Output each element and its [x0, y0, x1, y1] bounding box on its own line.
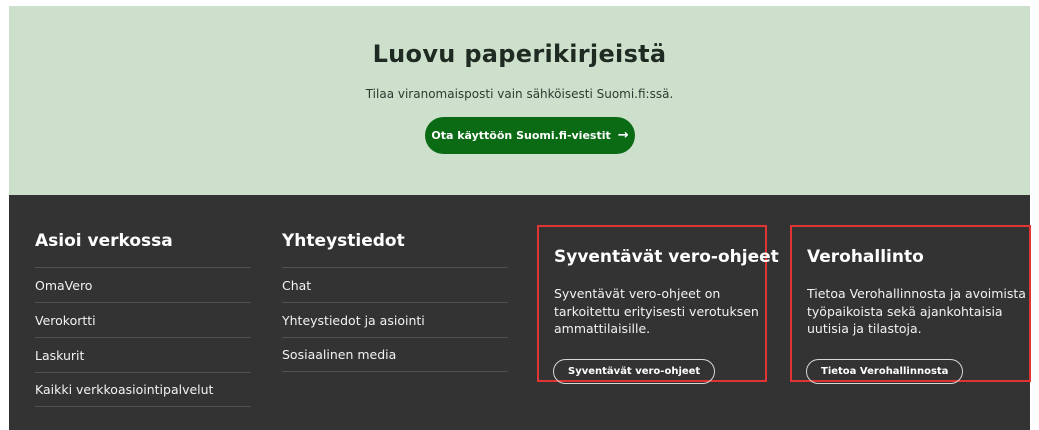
syventavat-vero-ohjeet-button[interactable]: Syventävät vero-ohjeet	[553, 359, 716, 384]
card-text-line: tarkoitettu erityisesti verotuksen	[554, 303, 759, 319]
enable-suomifi-messages-button[interactable]: Ota käyttöön Suomi.fi-viestit →	[425, 117, 635, 154]
card-heading-verohallinto: Verohallinto	[807, 247, 924, 267]
card-text-syventavat: Syventävät vero-ohjeet on tarkoitettu er…	[554, 285, 759, 338]
footer-link-omavero[interactable]: OmaVero	[35, 267, 251, 302]
footer-link-verokortti[interactable]: Verokortti	[35, 302, 251, 337]
footer-heading-asioi: Asioi verkossa	[35, 231, 173, 251]
footer-link-sosiaalinen-media[interactable]: Sosiaalinen media	[282, 337, 508, 372]
footer-link-laskurit[interactable]: Laskurit	[35, 337, 251, 372]
footer-link-kaikki-palvelut[interactable]: Kaikki verkkoasiointipalvelut	[35, 372, 251, 407]
arrow-right-icon: →	[617, 128, 629, 143]
card-syventavat-vero-ohjeet: Syventävät vero-ohjeet Syventävät vero-o…	[537, 225, 779, 384]
card-text-line: Syventävät vero-ohjeet on	[554, 286, 721, 301]
tietoa-verohallinnosta-button[interactable]: Tietoa Verohallinnosta	[806, 359, 964, 384]
footer-link-chat[interactable]: Chat	[282, 267, 508, 302]
footer-heading-yhteystiedot: Yhteystiedot	[282, 231, 405, 251]
card-verohallinto: Verohallinto Tietoa Verohallinnosta ja a…	[790, 225, 1031, 384]
card-text-line: työpaikoista sekä ajankohtaisia	[807, 303, 1003, 319]
footer-links-yhteystiedot: Chat Yhteystiedot ja asiointi Sosiaaline…	[282, 267, 508, 372]
card-text-line: Tietoa Verohallinnosta ja avoimista	[807, 286, 1026, 301]
promo-subtitle: Tilaa viranomaisposti vain sähköisesti S…	[365, 87, 674, 101]
promo-banner: Luovu paperikirjeistä Tilaa viranomaispo…	[9, 6, 1030, 195]
promo-button-label: Ota käyttöön Suomi.fi-viestit	[431, 129, 611, 142]
site-footer: Asioi verkossa OmaVero Verokortti Laskur…	[9, 195, 1031, 430]
card-text-verohallinto: Tietoa Verohallinnosta ja avoimista työp…	[807, 285, 1026, 338]
card-text-line: uutisia ja tilastoja.	[807, 321, 922, 336]
card-heading-syventavat: Syventävät vero-ohjeet	[554, 247, 779, 267]
footer-links-asioi: OmaVero Verokortti Laskurit Kaikki verkk…	[35, 267, 251, 407]
promo-title: Luovu paperikirjeistä	[372, 40, 667, 68]
card-text-line: ammattilaisille.	[554, 321, 651, 336]
footer-link-yhteystiedot-asiointi[interactable]: Yhteystiedot ja asiointi	[282, 302, 508, 337]
